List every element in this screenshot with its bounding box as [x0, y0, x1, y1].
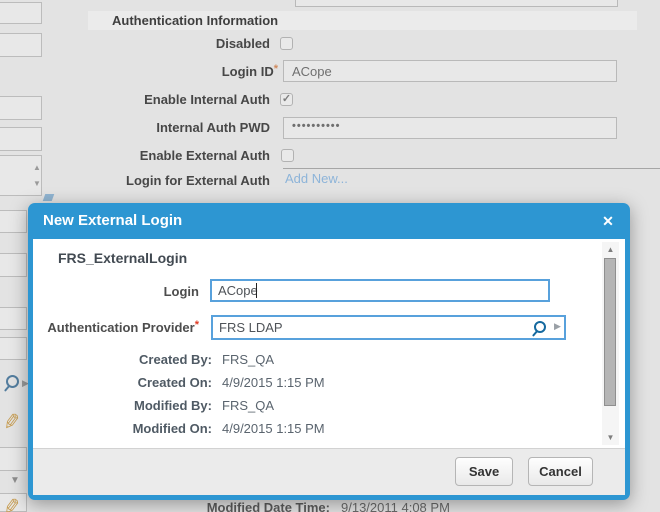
external-login-divider: [283, 168, 660, 169]
new-external-login-dialog: New External Login ✕ FRS_ExternalLogin L…: [28, 203, 630, 500]
dialog-footer: Save Cancel: [33, 448, 625, 495]
modified-on-value: 4/9/2015 1:15 PM: [222, 421, 325, 436]
enable-internal-auth-label: Enable Internal Auth: [88, 92, 270, 107]
partial-left-input[interactable]: [0, 307, 27, 330]
internal-auth-pwd-label: Internal Auth PWD: [88, 120, 270, 135]
partial-left-input[interactable]: [0, 210, 27, 233]
dialog-scrollbar[interactable]: ▲ ▼: [602, 242, 619, 445]
partial-left-input[interactable]: [0, 337, 27, 360]
login-id-value: ACope: [292, 64, 332, 79]
authentication-provider-label: Authentication Provider*: [33, 319, 199, 335]
add-new-link[interactable]: Add New...: [285, 171, 348, 186]
dropdown-icon[interactable]: ▼: [10, 477, 20, 485]
search-icon[interactable]: [6, 375, 19, 388]
save-button[interactable]: Save: [455, 457, 513, 486]
text-caret: [256, 283, 257, 298]
disabled-label: Disabled: [88, 36, 270, 51]
enable-external-auth-checkbox[interactable]: [281, 149, 294, 162]
scroll-up-icon[interactable]: ▲: [602, 245, 619, 254]
enable-external-auth-label: Enable External Auth: [88, 148, 270, 163]
enable-internal-auth-checkbox[interactable]: ✓: [280, 93, 293, 106]
partial-top-input[interactable]: [295, 0, 618, 7]
modified-date-time-label: Modified Date Time:: [100, 500, 330, 512]
close-icon[interactable]: ✕: [598, 211, 618, 231]
authentication-provider-label-text: Authentication Provider: [47, 320, 194, 335]
check-icon: ✓: [282, 93, 291, 105]
login-id-label-row: Login ID*: [88, 63, 278, 81]
created-on-label: Created On:: [33, 375, 212, 390]
login-label: Login: [33, 284, 199, 299]
scrollbar-thumb[interactable]: [604, 258, 616, 406]
modified-by-label: Modified By:: [33, 398, 212, 413]
login-input[interactable]: [210, 279, 550, 302]
cancel-button[interactable]: Cancel: [528, 457, 593, 486]
login-id-label: Login ID: [222, 64, 274, 79]
dialog-titlebar: New External Login ✕: [33, 203, 625, 239]
internal-auth-pwd-value: ••••••••••: [292, 120, 341, 132]
partial-left-input[interactable]: [0, 447, 27, 471]
internal-auth-pwd-input[interactable]: ••••••••••: [283, 117, 617, 139]
modified-date-time-value: 9/13/2011 4:08 PM: [341, 500, 450, 512]
login-for-external-auth-label: Login for External Auth: [88, 173, 270, 188]
partial-left-input[interactable]: [0, 253, 27, 277]
spinner-down-icon[interactable]: ▼: [33, 180, 41, 188]
modified-on-label: Modified On:: [33, 421, 212, 436]
object-name: FRS_ExternalLogin: [58, 250, 187, 266]
decorative-glyph: [43, 194, 55, 201]
partial-left-input[interactable]: [0, 2, 42, 24]
dialog-body: FRS_ExternalLogin Login Authentication P…: [33, 239, 625, 448]
lov-expand-icon[interactable]: ▶: [554, 321, 561, 332]
modified-by-value: FRS_QA: [222, 398, 274, 413]
provider-required-marker: *: [195, 319, 199, 331]
application-window: Authentication Information Disabled Logi…: [0, 0, 660, 512]
created-by-label: Created By:: [33, 352, 212, 367]
section-title: Authentication Information: [112, 13, 278, 28]
login-id-input[interactable]: ACope: [283, 60, 617, 82]
search-icon[interactable]: [534, 321, 546, 333]
partial-left-input[interactable]: [0, 33, 42, 57]
disabled-checkbox[interactable]: [280, 37, 293, 50]
spinner-up-icon[interactable]: ▲: [33, 164, 41, 172]
section-header-bar: Authentication Information: [88, 11, 637, 30]
authentication-provider-input[interactable]: [211, 315, 566, 340]
partial-left-spinner-field[interactable]: ▲ ▼: [0, 155, 42, 196]
partial-left-input[interactable]: [0, 127, 42, 151]
created-by-value: FRS_QA: [222, 352, 274, 367]
dialog-title: New External Login: [43, 212, 182, 229]
login-id-required-marker: *: [274, 63, 278, 75]
created-on-value: 4/9/2015 1:15 PM: [222, 375, 325, 390]
edit-pencil-icon[interactable]: ✎: [1, 494, 22, 512]
scroll-down-icon[interactable]: ▼: [602, 433, 619, 442]
partial-left-input[interactable]: [0, 96, 42, 120]
edit-pencil-icon[interactable]: ✎: [1, 409, 22, 436]
